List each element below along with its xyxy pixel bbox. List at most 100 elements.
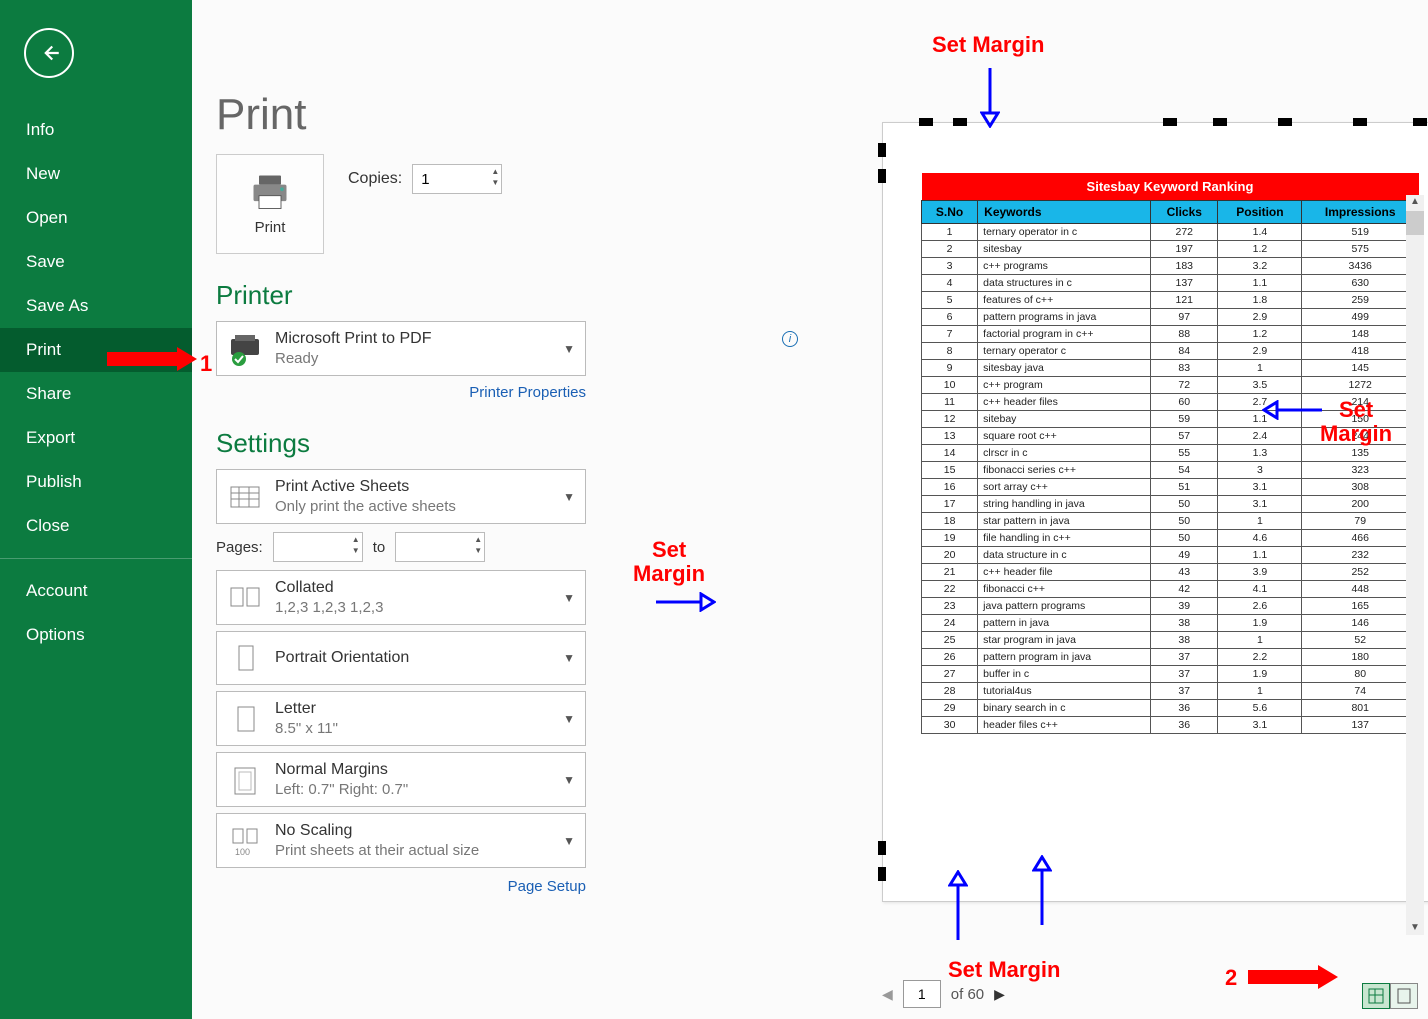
scroll-thumb[interactable]: [1406, 211, 1424, 235]
table-row: 6pattern programs in java972.9499: [922, 309, 1419, 326]
table-title: Sitesbay Keyword Ranking: [922, 173, 1419, 201]
copies-label: Copies:: [348, 170, 402, 188]
scroll-up-icon[interactable]: ▲: [1406, 195, 1424, 209]
current-page-input[interactable]: [903, 980, 941, 1008]
orientation-dropdown[interactable]: Portrait Orientation ▼: [216, 631, 586, 685]
table-row: 30header files c++363.1137: [922, 717, 1419, 734]
paper-size-dropdown[interactable]: Letter8.5" x 11" ▼: [216, 691, 586, 746]
paper-icon: [227, 701, 263, 737]
sidebar-item-share[interactable]: Share: [0, 372, 192, 416]
table-row: 20data structure in c491.1232: [922, 547, 1419, 564]
chevron-down-icon: ▼: [563, 834, 575, 848]
sidebar-item-close[interactable]: Close: [0, 504, 192, 548]
table-row: 7factorial program in c++881.2148: [922, 326, 1419, 343]
sidebar-item-export[interactable]: Export: [0, 416, 192, 460]
table-row: 25star program in java38152: [922, 632, 1419, 649]
back-button[interactable]: [24, 28, 74, 78]
zoom-to-page-button[interactable]: [1390, 983, 1418, 1009]
annotation-1: 1: [200, 351, 212, 377]
table-row: 2sitesbay1971.2575: [922, 241, 1419, 258]
collate-icon: [227, 580, 263, 616]
blue-arrow-right-icon: [656, 592, 716, 612]
backstage-sidebar: InfoNewOpenSaveSave AsPrintShareExportPu…: [0, 0, 192, 1019]
table-row: 15fibonacci series c++543323: [922, 462, 1419, 479]
scaling-dropdown[interactable]: 100 No ScalingPrint sheets at their actu…: [216, 813, 586, 868]
red-arrow-icon: [1248, 965, 1338, 995]
print-button[interactable]: Print: [216, 154, 324, 254]
to-label: to: [373, 539, 386, 556]
annotation-set-margin-right: SetMargin: [1320, 398, 1392, 446]
table-row: 8ternary operator c842.9418: [922, 343, 1419, 360]
print-what-dropdown[interactable]: Print Active SheetsOnly print the active…: [216, 469, 586, 524]
table-row: 18star pattern in java50179: [922, 513, 1419, 530]
copies-spinner[interactable]: ▲▼: [412, 164, 502, 194]
show-margins-button[interactable]: [1362, 983, 1390, 1009]
scaling-icon: 100: [227, 823, 263, 859]
blue-arrow-up-icon: [1032, 855, 1052, 925]
pages-from-spinner[interactable]: ▲▼: [273, 532, 363, 562]
sidebar-item-account[interactable]: Account: [0, 569, 192, 613]
pages-label: Pages:: [216, 539, 263, 556]
copies-input[interactable]: [421, 171, 476, 188]
table-row: 22fibonacci c++424.1448: [922, 581, 1419, 598]
red-arrow-icon: [107, 347, 197, 377]
scroll-down-icon[interactable]: ▼: [1406, 921, 1424, 935]
chevron-down-icon: ▼: [563, 591, 575, 605]
spin-down-icon[interactable]: ▼: [491, 177, 499, 188]
blue-arrow-down-icon: [980, 68, 1000, 128]
sidebar-item-new[interactable]: New: [0, 152, 192, 196]
chevron-down-icon: ▼: [563, 342, 575, 356]
table-row: 19file handling in c++504.6466: [922, 530, 1419, 547]
pages-to-spinner[interactable]: ▲▼: [395, 532, 485, 562]
margins-icon: [227, 762, 263, 798]
portrait-icon: [227, 640, 263, 676]
table-row: 10c++ program723.51272: [922, 377, 1419, 394]
chevron-down-icon: ▼: [563, 712, 575, 726]
table-row: 26pattern program in java372.2180: [922, 649, 1419, 666]
printer-dropdown[interactable]: Microsoft Print to PDF Ready ▼: [216, 321, 586, 376]
margins-dropdown[interactable]: Normal MarginsLeft: 0.7" Right: 0.7" ▼: [216, 752, 586, 807]
table-row: 1ternary operator in c2721.4519: [922, 224, 1419, 241]
chevron-down-icon: ▼: [563, 651, 575, 665]
sidebar-item-save[interactable]: Save: [0, 240, 192, 284]
info-icon[interactable]: i: [782, 331, 798, 347]
table-row: 17string handling in java503.1200: [922, 496, 1419, 513]
annotation-set-margin-left: SetMargin: [633, 538, 705, 586]
annotation-2: 2: [1225, 965, 1237, 991]
sheets-icon: [227, 479, 263, 515]
blue-arrow-left-icon: [1262, 400, 1322, 420]
table-row: 5features of c++1211.8259: [922, 292, 1419, 309]
preview-table: Sitesbay Keyword Ranking S.NoKeywordsCli…: [921, 173, 1419, 734]
printer-status: Ready: [275, 350, 551, 367]
prev-page-icon[interactable]: ◀: [882, 986, 893, 1003]
printer-name: Microsoft Print to PDF: [275, 330, 551, 348]
table-row: 3c++ programs1833.23436: [922, 258, 1419, 275]
sidebar-item-open[interactable]: Open: [0, 196, 192, 240]
vertical-scrollbar[interactable]: ▲ ▼: [1406, 195, 1424, 935]
printer-properties-link[interactable]: Printer Properties: [469, 384, 586, 401]
chevron-down-icon: ▼: [563, 773, 575, 787]
sidebar-item-publish[interactable]: Publish: [0, 460, 192, 504]
table-row: 9sitesbay java831145: [922, 360, 1419, 377]
table-row: 21c++ header file433.9252: [922, 564, 1419, 581]
table-row: 27buffer in c371.980: [922, 666, 1419, 683]
table-row: 24pattern in java381.9146: [922, 615, 1419, 632]
spin-up-icon[interactable]: ▲: [491, 166, 499, 177]
content-area: Print Print Copies: ▲▼ i Printer Microso…: [192, 0, 1428, 1019]
collate-dropdown[interactable]: Collated1,2,3 1,2,3 1,2,3 ▼: [216, 570, 586, 625]
printer-icon: [248, 173, 292, 211]
total-pages-label: of 60: [951, 986, 984, 1003]
table-row: 14clrscr in c551.3135: [922, 445, 1419, 462]
next-page-icon[interactable]: ▶: [994, 986, 1005, 1003]
table-row: 28tutorial4us37174: [922, 683, 1419, 700]
table-row: 16sort array c++513.1308: [922, 479, 1419, 496]
sidebar-item-save-as[interactable]: Save As: [0, 284, 192, 328]
page-setup-link[interactable]: Page Setup: [508, 878, 586, 895]
annotation-set-margin-bottom: Set Margin: [948, 957, 1060, 983]
sidebar-item-info[interactable]: Info: [0, 108, 192, 152]
svg-text:100: 100: [235, 847, 250, 857]
sidebar-item-options[interactable]: Options: [0, 613, 192, 657]
chevron-down-icon: ▼: [563, 490, 575, 504]
printer-status-icon: [227, 331, 263, 367]
blue-arrow-up-icon: [948, 870, 968, 940]
